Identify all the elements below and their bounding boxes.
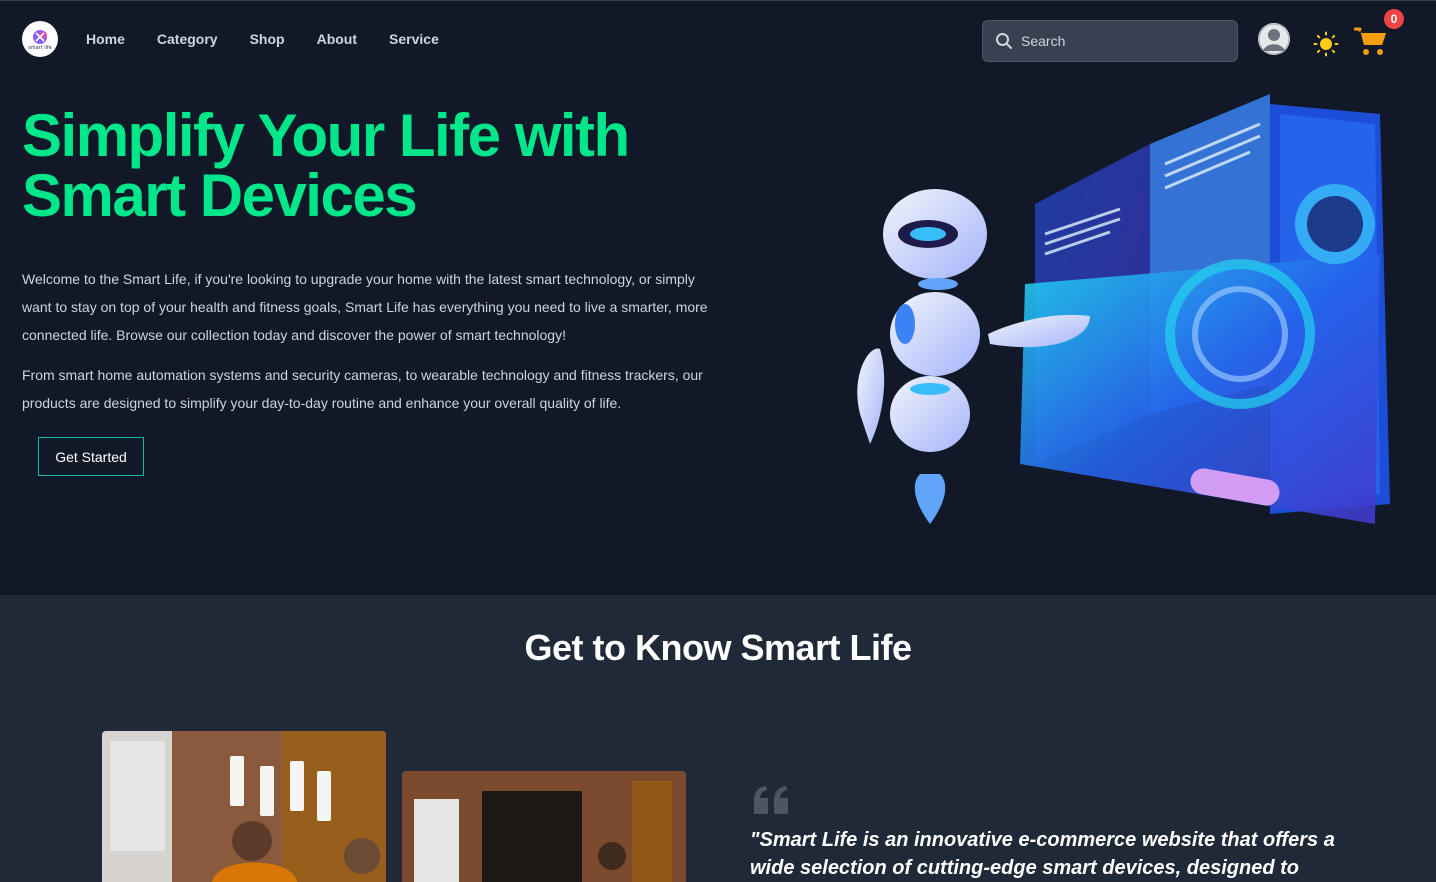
nav-service[interactable]: Service [389, 30, 439, 48]
robot-dashboard-illustration [857, 94, 1390, 524]
nav-category[interactable]: Category [157, 30, 218, 48]
search-icon [996, 33, 1012, 49]
nav-shop[interactable]: Shop [250, 30, 285, 48]
cart-count-badge: 0 [1384, 9, 1404, 29]
sun-icon[interactable] [1313, 31, 1339, 57]
hero-paragraph-2: From smart home automation systems and s… [22, 367, 703, 411]
about-photo-2 [402, 771, 686, 882]
quote-icon [754, 786, 788, 814]
hero-title: Simplify Your Life with Smart Devices [22, 102, 630, 229]
brand-logo[interactable]: smart life [22, 21, 58, 57]
about-quote: "Smart Life is an innovative e-commerce … [750, 829, 1335, 879]
search-box[interactable] [982, 20, 1238, 62]
about-photo-1 [102, 731, 386, 882]
logo-text: smart life [28, 45, 52, 51]
nav-home[interactable]: Home [86, 30, 125, 48]
nav-links: Home Category Shop About Service [86, 30, 471, 48]
user-avatar-icon[interactable] [1258, 23, 1290, 55]
about-title: Get to Know Smart Life [524, 627, 912, 668]
logo-icon [33, 30, 47, 44]
cart-icon[interactable] [1354, 25, 1388, 57]
get-started-button[interactable]: Get Started [38, 437, 144, 476]
hero-paragraph-1: Welcome to the Smart Life, if you're loo… [22, 271, 708, 343]
nav-about[interactable]: About [317, 30, 357, 48]
search-input[interactable] [1021, 33, 1221, 49]
navbar: smart life Home Category Shop About Serv… [0, 0, 1436, 80]
